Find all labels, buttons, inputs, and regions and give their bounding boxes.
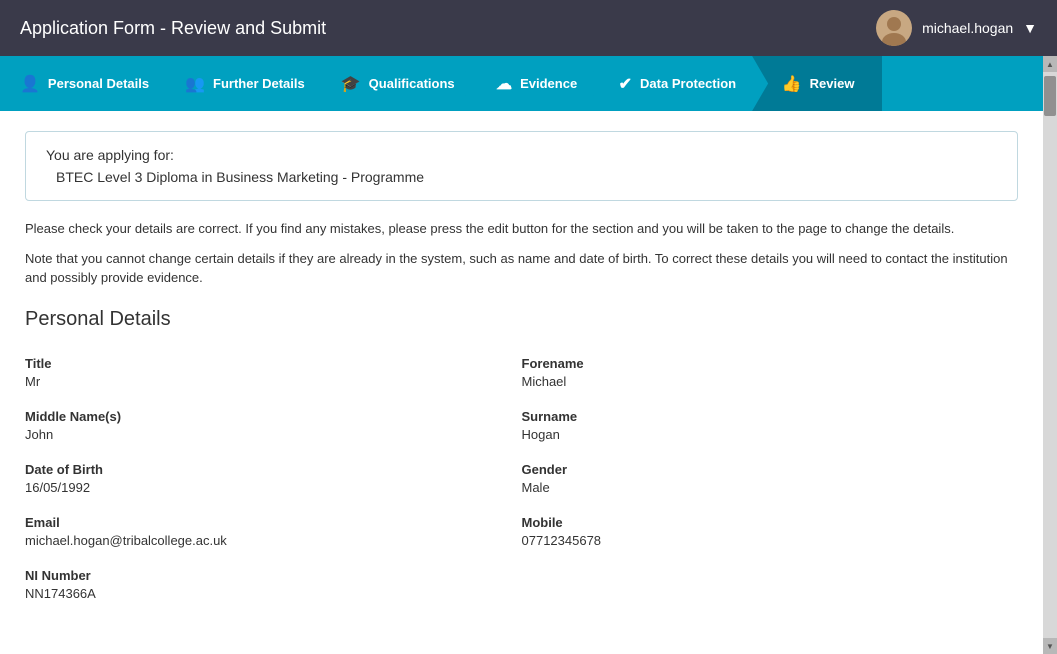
detail-forename: Forename Michael [522,346,1019,399]
main-content: You are applying for: BTEC Level 3 Diplo… [0,111,1043,654]
detail-title-value: Mr [25,374,512,389]
avatar [876,10,912,46]
detail-forename-value: Michael [522,374,1009,389]
application-info-box: You are applying for: BTEC Level 3 Diplo… [25,131,1018,201]
tab-data-protection-label: Data Protection [640,76,736,91]
detail-surname: Surname Hogan [522,399,1019,452]
detail-middle-name: Middle Name(s) John [25,399,522,452]
detail-mobile: Mobile 07712345678 [522,505,1019,558]
applying-for-label: You are applying for: [46,147,997,163]
qualifications-icon: 🎓 [341,74,361,94]
detail-gender: Gender Male [522,452,1019,505]
detail-ni-number-label: NI Number [25,568,512,583]
detail-surname-value: Hogan [522,427,1009,442]
app-title: Application Form - Review and Submit [20,18,326,39]
personal-details-grid: Title Mr Forename Michael Middle Name(s)… [25,346,1018,611]
detail-title-label: Title [25,356,512,371]
instruction-line2: Note that you cannot change certain deta… [25,249,1018,288]
detail-dob-value: 16/05/1992 [25,480,512,495]
detail-dob-label: Date of Birth [25,462,512,477]
detail-surname-label: Surname [522,409,1009,424]
user-menu[interactable]: michael.hogan ▼ [876,10,1037,46]
detail-mobile-label: Mobile [522,515,1009,530]
scroll-thumb[interactable] [1044,76,1056,116]
tab-further-details-label: Further Details [213,76,305,91]
detail-mobile-value: 07712345678 [522,533,1009,548]
detail-middle-name-label: Middle Name(s) [25,409,512,424]
tab-evidence-label: Evidence [520,76,577,91]
tab-review[interactable]: 👍 Review [752,56,882,111]
scroll-down-button[interactable]: ▼ [1043,638,1057,654]
detail-email: Email michael.hogan@tribalcollege.ac.uk [25,505,522,558]
personal-details-section-title: Personal Details [25,308,1018,331]
detail-forename-label: Forename [522,356,1009,371]
tab-qualifications[interactable]: 🎓 Qualifications [321,56,473,111]
further-details-icon: 👥 [185,74,205,94]
username: michael.hogan [922,20,1013,36]
instruction-line1: Please check your details are correct. I… [25,219,1018,239]
tab-review-label: Review [810,76,855,91]
tab-personal-details-label: Personal Details [48,76,149,91]
tab-qualifications-label: Qualifications [369,76,455,91]
detail-ni-number: NI Number NN174366A [25,558,522,611]
data-protection-icon: ✔ [619,74,632,94]
personal-details-icon: 👤 [20,74,40,94]
detail-title: Title Mr [25,346,522,399]
detail-gender-value: Male [522,480,1009,495]
detail-ni-number-value: NN174366A [25,586,512,601]
detail-dob: Date of Birth 16/05/1992 [25,452,522,505]
page-wrapper: Application Form - Review and Submit mic… [0,0,1057,654]
review-icon: 👍 [782,74,802,94]
tab-further-details[interactable]: 👥 Further Details [165,56,323,111]
course-name: BTEC Level 3 Diploma in Business Marketi… [46,169,997,185]
detail-middle-name-value: John [25,427,512,442]
tab-evidence[interactable]: ☁ Evidence [471,56,601,111]
detail-email-label: Email [25,515,512,530]
scrollbar[interactable]: ▲ ▼ [1043,56,1057,654]
scroll-up-button[interactable]: ▲ [1043,56,1057,72]
nav-tabs: 👤 Personal Details 👥 Further Details 🎓 Q… [0,56,1057,111]
tab-personal-details[interactable]: 👤 Personal Details [0,56,167,111]
detail-email-value: michael.hogan@tribalcollege.ac.uk [25,533,512,548]
header: Application Form - Review and Submit mic… [0,0,1057,56]
dropdown-arrow-icon: ▼ [1023,20,1037,36]
evidence-icon: ☁ [496,74,512,94]
detail-gender-label: Gender [522,462,1009,477]
tab-data-protection[interactable]: ✔ Data Protection [599,56,754,111]
